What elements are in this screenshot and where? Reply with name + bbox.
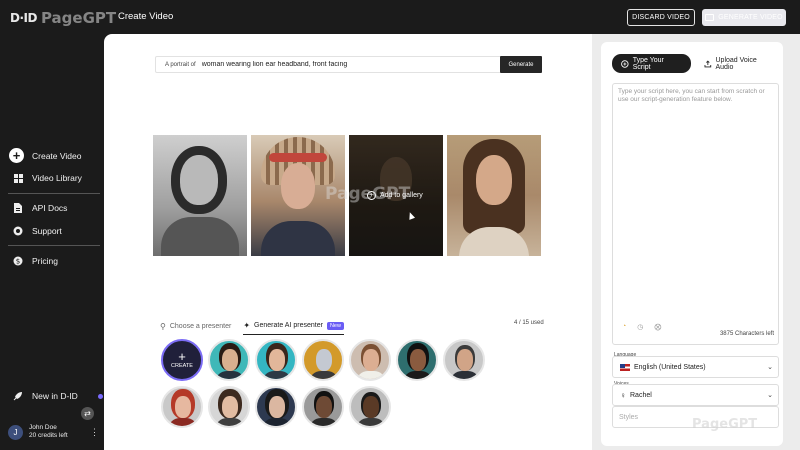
chevron-down-icon: ⌄: [767, 364, 773, 371]
us-flag-icon: [620, 363, 630, 371]
grid-icon: [12, 172, 24, 184]
new-badge: New: [326, 321, 344, 330]
presenter-avatar[interactable]: [302, 339, 344, 381]
generate-button[interactable]: Generate: [500, 56, 542, 73]
watermark: PageGPT: [325, 184, 411, 204]
avatar: J: [8, 424, 23, 440]
script-textarea[interactable]: Type your script here, you can start fro…: [612, 83, 779, 345]
sidebar-divider: [8, 193, 100, 194]
portrait-prompt: A portrait of Generate: [155, 56, 542, 73]
collapse-sidebar-button[interactable]: ⇄: [81, 407, 94, 420]
tab-type-script[interactable]: Type Your Script: [612, 54, 691, 73]
sidebar-divider: [8, 245, 100, 246]
presenter-avatar[interactable]: [302, 386, 344, 428]
sidebar-item-label: Support: [32, 226, 62, 236]
presenter-avatar[interactable]: [255, 386, 297, 428]
create-presenter-button[interactable]: + CREATE: [161, 339, 203, 381]
language-value: English (United States): [634, 363, 706, 371]
svg-text:$: $: [16, 258, 20, 266]
sidebar-item-pricing[interactable]: $ Pricing: [12, 255, 58, 267]
sidebar-item-label: New in D-ID: [32, 391, 78, 401]
prompt-prefix: A portrait of: [165, 61, 196, 68]
sidebar-item-video-library[interactable]: Video Library: [12, 172, 82, 184]
discard-video-button[interactable]: DISCARD VIDEO: [627, 9, 695, 26]
sidebar-item-create-video[interactable]: + Create Video: [9, 148, 81, 163]
chevron-down-icon: ⌄: [767, 392, 773, 399]
top-bar: D·ID PageGPT Create Video DISCARD VIDEO …: [0, 0, 800, 34]
presenter-avatar[interactable]: [396, 339, 438, 381]
person-icon: ♀: [620, 390, 626, 400]
tab-generate-ai-presenter[interactable]: ✦ Generate AI presenter New: [243, 321, 344, 335]
user-profile[interactable]: J John Doe 20 credits left: [8, 424, 68, 440]
voice-select[interactable]: ♀ Rachel ⌄: [612, 384, 779, 406]
dollar-icon: $: [12, 255, 24, 267]
generated-image-4[interactable]: [447, 135, 541, 256]
presenter-avatar[interactable]: [208, 386, 250, 428]
tab-label: Generate AI presenter: [254, 322, 323, 329]
plus-circle-icon: +: [9, 148, 24, 163]
presenter-avatar[interactable]: [161, 386, 203, 428]
script-toolbar: ◔ ◷ ⨂: [622, 323, 661, 331]
tab-choose-presenter[interactable]: ⚲ Choose a presenter: [160, 322, 231, 335]
tab-label: Upload Voice Audio: [715, 56, 757, 71]
sidebar: + Create Video Video Library API Docs Su…: [0, 34, 104, 450]
plus-icon: +: [178, 349, 186, 364]
sparkle-icon: ✦: [243, 321, 251, 330]
generated-image-1[interactable]: [153, 135, 247, 256]
sidebar-item-api-docs[interactable]: API Docs: [12, 202, 67, 214]
upload-icon: [704, 59, 711, 67]
document-icon: [12, 202, 24, 214]
watermark: PageGPT: [692, 417, 758, 432]
video-icon: [705, 14, 715, 21]
person-icon: ⚲: [160, 321, 166, 331]
characters-left: 3875 Characters left: [719, 331, 774, 337]
prompt-input[interactable]: [201, 57, 500, 72]
presenter-avatar[interactable]: [443, 339, 485, 381]
presenter-avatar[interactable]: [208, 339, 250, 381]
script-placeholder: Type your script here, you can start fro…: [618, 88, 765, 103]
script-mode-tabs: Type Your Script Upload Voice Audio: [612, 54, 783, 73]
sidebar-item-label: API Docs: [32, 203, 68, 213]
text-icon: [621, 59, 629, 68]
voice-value: Rachel: [630, 391, 652, 399]
generate-video-button[interactable]: GENERATE VIDEO: [702, 9, 786, 26]
presenter-avatar[interactable]: [349, 386, 391, 428]
sidebar-item-label: Pricing: [32, 256, 58, 266]
notification-dot: [97, 393, 103, 399]
logo[interactable]: D·ID PageGPT: [10, 9, 116, 27]
sidebar-item-support[interactable]: Support: [12, 225, 62, 237]
sidebar-item-label: Create Video: [32, 150, 82, 161]
generation-usage-count: 4 / 15 used: [514, 320, 544, 326]
language-select[interactable]: English (United States) ⌄: [612, 356, 779, 378]
script-card: Type Your Script Upload Voice Audio Type…: [601, 42, 783, 446]
user-menu-icon[interactable]: ⋮: [90, 427, 99, 438]
voice-tone-icon[interactable]: ◔: [622, 323, 626, 331]
lifebuoy-icon: [12, 225, 24, 237]
presenter-avatar[interactable]: [349, 339, 391, 381]
rocket-icon: [12, 390, 24, 402]
user-info: John Doe 20 credits left: [29, 424, 68, 440]
tab-label: Choose a presenter: [169, 322, 232, 330]
logo-watermark-text: PageGPT: [40, 9, 117, 27]
presenter-tabs: ⚲ Choose a presenter ✦ Generate AI prese…: [160, 321, 344, 335]
logo-mark: D·ID: [10, 11, 37, 25]
tab-label: Type Your Script: [632, 56, 664, 71]
tab-upload-voice-audio[interactable]: Upload Voice Audio: [695, 54, 783, 73]
pause-timer-icon[interactable]: ◷: [637, 323, 643, 331]
disable-icon[interactable]: ⨂: [654, 323, 661, 331]
user-credits: 20 credits left: [29, 432, 68, 439]
user-name: John Doe: [29, 424, 57, 431]
main-content: A portrait of Generate + Add to gallery: [104, 34, 592, 450]
create-label: CREATE: [171, 363, 193, 369]
page-title: Create Video: [118, 11, 174, 22]
sidebar-item-new-in-d-id[interactable]: New in D-ID: [12, 390, 103, 402]
sidebar-item-label: Video Library: [32, 173, 82, 183]
script-panel: Type Your Script Upload Voice Audio Type…: [592, 34, 800, 450]
generate-video-label: GENERATE VIDEO: [718, 14, 783, 21]
presenter-avatar[interactable]: [255, 339, 297, 381]
presenter-grid: + CREATE: [161, 339, 521, 433]
